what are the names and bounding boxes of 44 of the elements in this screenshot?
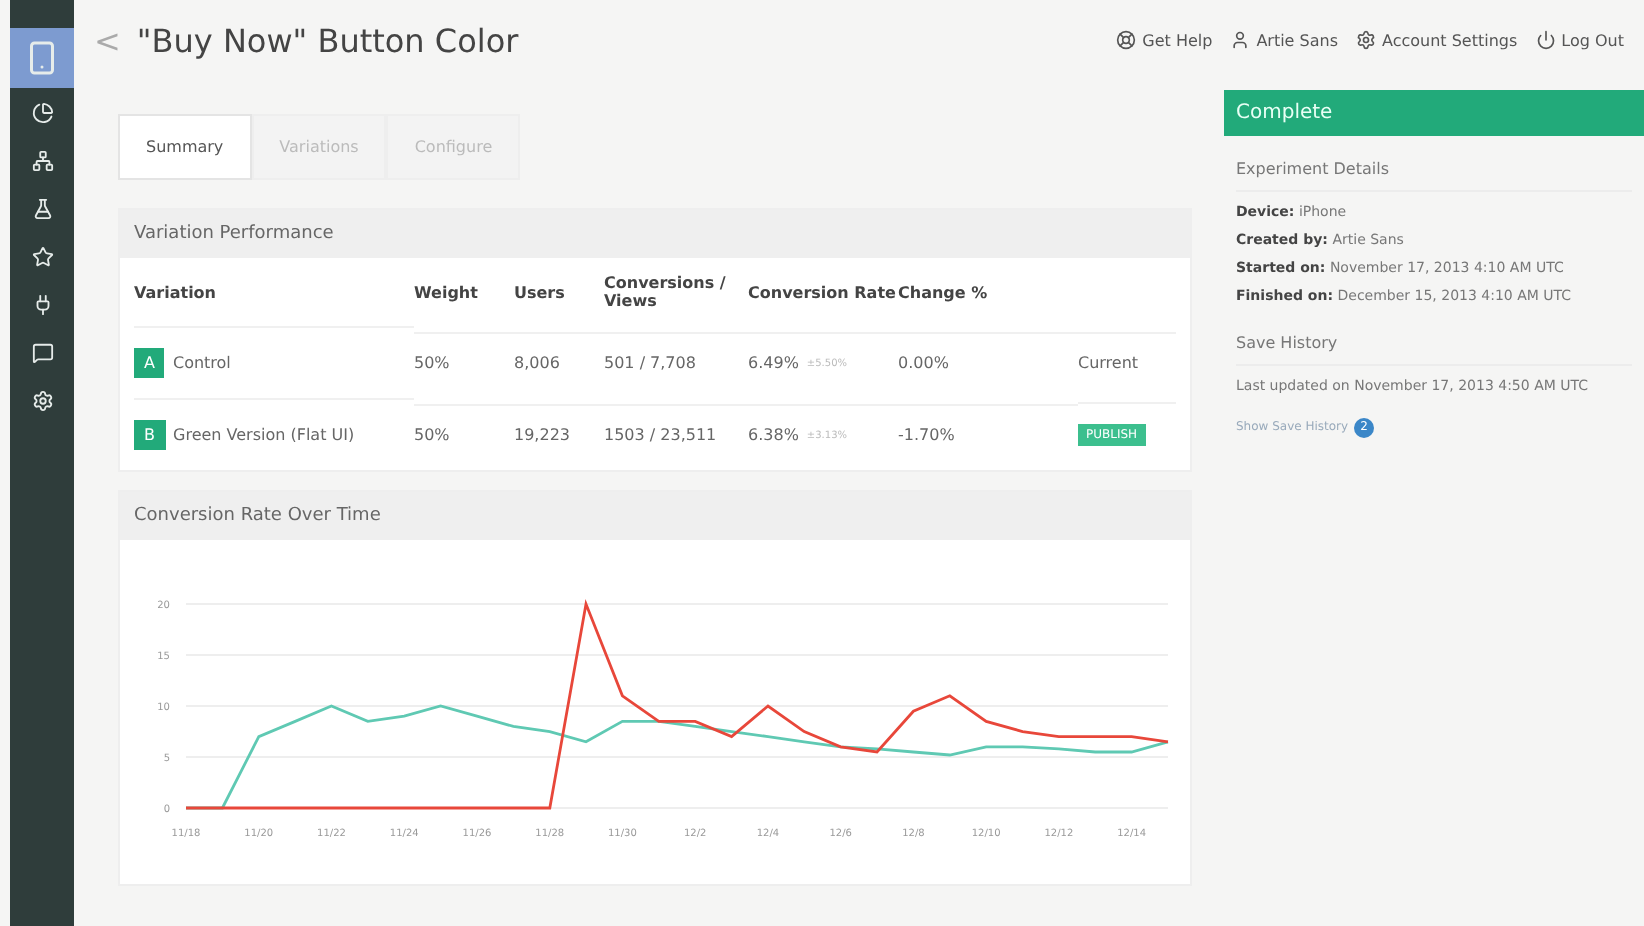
plug-icon [31,293,53,315]
chat-icon [31,341,53,363]
table-cell: 6.49% [748,354,799,372]
status-banner: Complete [1224,90,1644,136]
sitemap-icon [31,149,53,171]
table-cell: 8,006 [514,354,560,372]
table-cell: 501 / 7,708 [604,354,696,372]
header-link[interactable]: Account Settings [1356,30,1518,50]
status-label: Current [1078,354,1139,372]
tab[interactable]: Summary [118,114,252,180]
column-header: Weight [414,281,480,306]
table-cell: 1503 / 23,511 [604,426,717,444]
column-header: Conversions / Views [604,272,728,314]
variation-badge: B [134,420,165,450]
table-cell: 50% [414,426,450,444]
table-cell: 0.00% [898,354,949,372]
variation-name: Green Version (Flat UI) [173,426,355,444]
settings-icon [1356,30,1376,50]
variation-name: Control [172,354,231,372]
settings-icon [31,389,53,411]
card-title: Variation Performance [120,210,1190,258]
header-link[interactable]: Get Help [1116,30,1213,50]
variation-badge: A [134,348,165,378]
column-header: Variation [134,281,218,305]
header-link[interactable]: Artie Sans [1230,30,1338,50]
table-cell: -1.70% [898,426,955,444]
flask-icon [31,197,53,219]
header-link[interactable]: Log Out [1535,30,1624,50]
power-icon [1535,30,1556,50]
card-title: Conversion Rate Over Time [120,492,1190,540]
page-title: "Buy Now" Button Color [136,21,521,59]
column-header: Users [514,281,567,305]
phone-icon [24,40,60,76]
help-icon [1116,30,1137,50]
table-cell: 50% [414,354,450,372]
user-icon [1230,30,1251,50]
pie-chart-icon [31,101,53,123]
column-header: Change % [898,281,990,306]
section-title: Experiment Details [1236,136,1632,192]
table-cell: 19,223 [514,426,570,444]
table-cell: 6.38% [748,426,799,444]
column-header: Conversion Rate [748,281,898,305]
section-title: Save History [1236,310,1632,366]
star-icon [31,245,53,267]
